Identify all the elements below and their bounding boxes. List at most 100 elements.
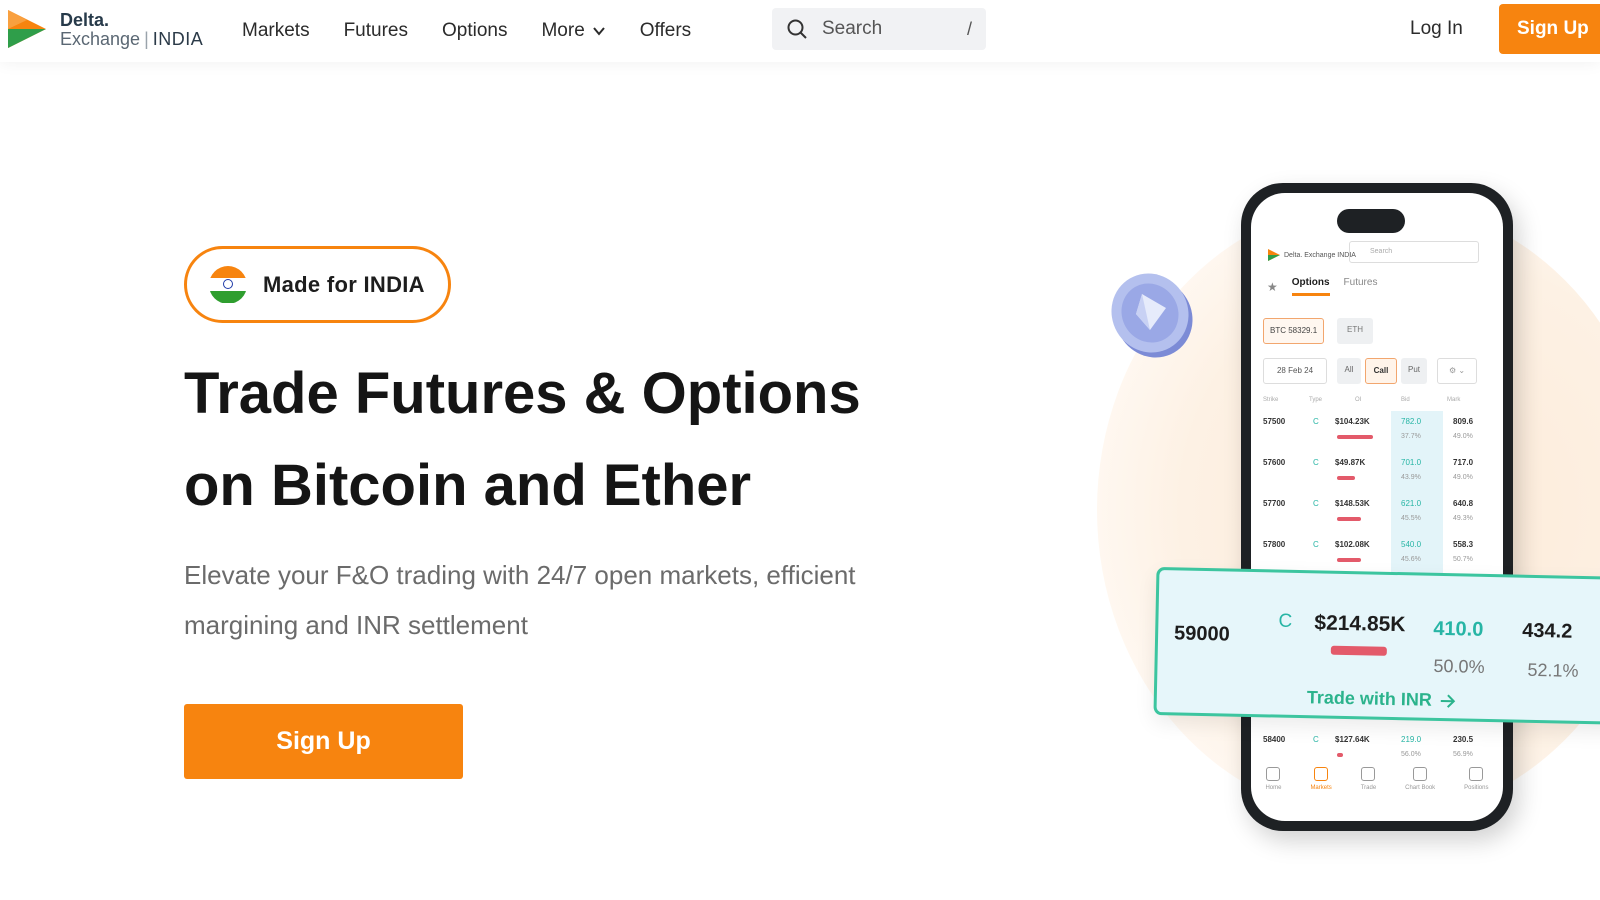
oi-bar (1337, 476, 1355, 480)
col-mark: Mark (1447, 397, 1461, 403)
phone-tab-options: Options (1291, 277, 1330, 296)
row-bid: 621.0 (1401, 499, 1422, 508)
row-bid-pct: 45.6% (1401, 556, 1421, 563)
headline-line-1: Trade Futures & Options (184, 361, 861, 426)
login-button[interactable]: Log In (1410, 18, 1463, 40)
nav-futures[interactable]: Futures (344, 20, 408, 42)
row-mark: 640.8 (1453, 499, 1474, 508)
row-type: C (1313, 458, 1319, 467)
hero-signup-button[interactable]: Sign Up (184, 704, 463, 779)
row-type: C (1313, 540, 1319, 549)
top-navbar: Delta. Exchange | INDIA Markets Futures Op… (0, 0, 1600, 62)
nav-more-label: More (541, 20, 585, 41)
table-row: 57600 C $49.87K 701.0 717.0 43.9% 49.0% (1251, 452, 1503, 493)
row-mark-pct: 49.0% (1453, 474, 1473, 481)
hero-headline: Trade Futures & Options on Bitcoin and E… (184, 348, 984, 532)
col-type: Type (1309, 397, 1323, 403)
nav-options[interactable]: Options (442, 20, 507, 42)
markets-icon (1314, 767, 1329, 781)
nav-offers[interactable]: Offers (640, 20, 691, 42)
row-mark: 717.0 (1453, 458, 1474, 467)
nav-markets[interactable]: Markets (242, 20, 310, 42)
phone-chip-eth: ETH (1337, 318, 1373, 344)
delta-logo-icon (8, 10, 46, 48)
phone-screen: Delta. Exchange INDIA Search ★ Options F… (1251, 193, 1503, 821)
phone-notch (1337, 209, 1405, 233)
row-mark: 230.5 (1453, 735, 1474, 744)
phone-tab-futures: Futures (1343, 277, 1378, 288)
row-oi: $148.53K (1335, 499, 1370, 508)
badge-text: Made for INDIA (263, 271, 425, 297)
phone-bottom-nav: Home Markets Trade Chart Book Positions (1251, 767, 1503, 791)
row-strike: 57600 (1263, 458, 1286, 467)
row-oi: $127.64K (1335, 735, 1370, 744)
phone-search-input: Search (1349, 241, 1479, 263)
phone-nav-home: Home (1265, 767, 1281, 791)
trade-with-inr-link: Trade with INR (1307, 687, 1456, 711)
card-mark-pct: 52.1% (1527, 659, 1579, 681)
row-mark-pct: 49.0% (1453, 433, 1473, 440)
row-bid: 782.0 (1401, 417, 1422, 426)
col-bid: Bid (1401, 397, 1410, 403)
phone-filter-call: Call (1365, 358, 1397, 384)
logo-region: INDIA (152, 28, 204, 49)
phone-nav-label: Positions (1464, 785, 1489, 791)
col-oi: OI (1355, 397, 1362, 403)
row-bid: 540.0 (1401, 540, 1422, 549)
phone-nav-chart-book: Chart Book (1405, 767, 1435, 791)
row-mark-pct: 50.7% (1453, 556, 1473, 563)
oi-bar (1337, 435, 1373, 439)
oi-bar (1337, 558, 1361, 562)
star-icon: ★ (1267, 279, 1278, 294)
table-row: 58400 C $127.64K 219.0 230.5 56.0% 56.9% (1251, 729, 1503, 770)
chart-icon (1413, 767, 1428, 781)
col-strike: Strike (1263, 397, 1279, 403)
row-bid-pct: 43.9% (1401, 474, 1421, 481)
phone-nav-label: Chart Book (1405, 785, 1436, 791)
main-nav: Markets Futures Options More Offers (242, 0, 725, 62)
oi-bar (1337, 753, 1343, 757)
trade-icon (1361, 767, 1376, 781)
arrow-right-icon (1440, 693, 1456, 708)
row-strike: 57700 (1263, 499, 1286, 508)
card-bid: 410.0 (1433, 617, 1484, 641)
made-for-india-badge: Made for INDIA (184, 246, 451, 323)
phone-expiry-select: 28 Feb 24 (1263, 358, 1327, 384)
ether-coin-icon (1111, 273, 1193, 358)
delta-logo[interactable]: Delta. Exchange | INDIA (4, 6, 203, 52)
card-mark: 434.2 (1522, 619, 1573, 643)
row-type: C (1313, 735, 1319, 744)
row-mark-pct: 49.3% (1453, 515, 1473, 522)
headline-line-2: on Bitcoin and Ether (184, 453, 752, 518)
header-signup-button[interactable]: Sign Up (1499, 4, 1600, 54)
row-type: C (1313, 417, 1319, 426)
phone-tabs: ★ Options Futures (1267, 277, 1377, 296)
phone-nav-trade: Trade (1361, 767, 1376, 791)
row-strike: 58400 (1263, 735, 1286, 744)
phone-nav-label: Trade (1360, 785, 1377, 791)
trade-with-inr-label: Trade with INR (1306, 687, 1433, 710)
row-type: C (1313, 499, 1319, 508)
positions-icon (1469, 767, 1484, 781)
logo-sub: Exchange (60, 28, 141, 49)
home-icon (1266, 767, 1281, 781)
search-input[interactable]: Search / (772, 8, 986, 50)
phone-mockup: Delta. Exchange INDIA Search ★ Options F… (1241, 183, 1513, 831)
phone-nav-markets: Markets (1310, 767, 1332, 791)
row-mark: 809.6 (1453, 417, 1474, 426)
nav-more[interactable]: More (541, 20, 605, 42)
logo-name: Delta. (60, 9, 110, 30)
phone-logo-icon (1268, 249, 1280, 261)
row-oi: $49.87K (1335, 458, 1366, 467)
card-strike: 59000 (1173, 622, 1231, 646)
search-placeholder: Search (822, 18, 883, 39)
card-type: C (1278, 610, 1293, 632)
phone-chip-btc: BTC 58329.1 (1263, 318, 1325, 344)
card-oi-bar (1330, 645, 1387, 656)
row-strike: 57500 (1263, 417, 1286, 426)
row-bid-pct: 37.7% (1401, 433, 1421, 440)
phone-nav-label: Home (1265, 785, 1282, 791)
card-oi: $214.85K (1314, 611, 1406, 637)
row-bid: 219.0 (1401, 735, 1422, 744)
row-bid-pct: 45.5% (1401, 515, 1421, 522)
